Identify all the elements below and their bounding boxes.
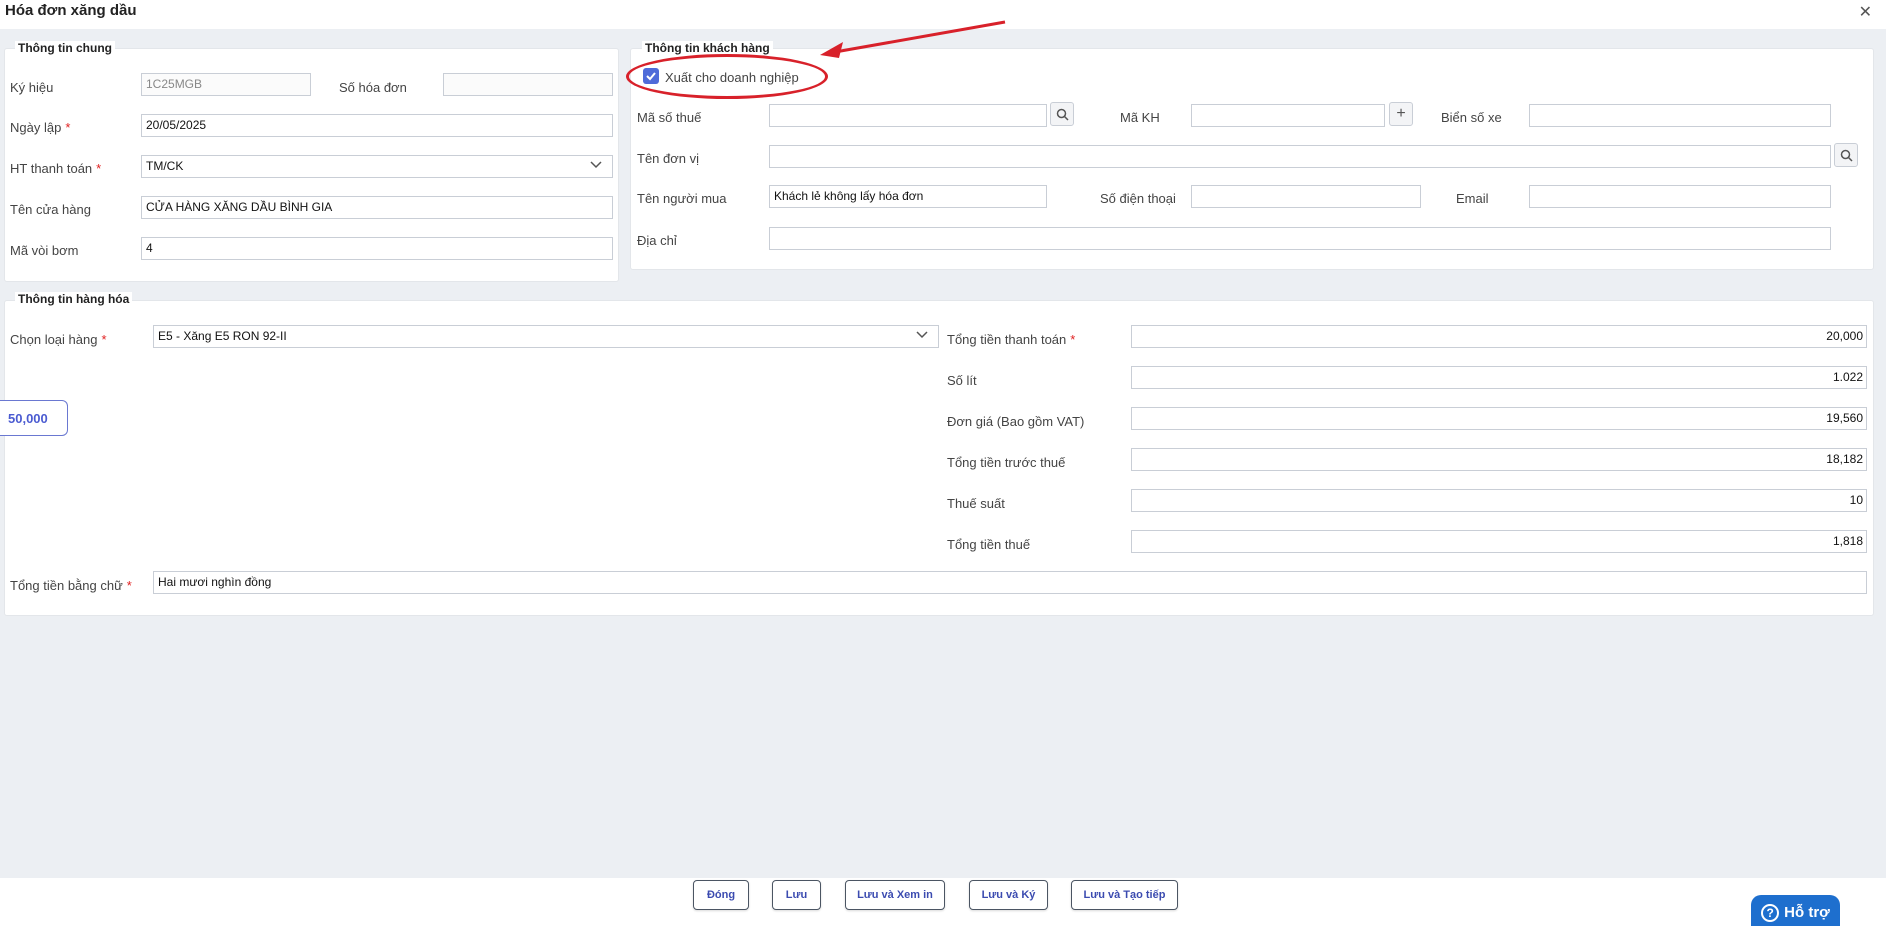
goods-info-legend: Thông tin hàng hóa — [15, 292, 133, 306]
chevron-down-icon[interactable] — [916, 328, 928, 343]
tong-tien-bang-chu-field[interactable]: Hai mươi nghìn đồng — [153, 571, 1867, 594]
tong-tien-thue-field[interactable]: 1,818 — [1131, 530, 1867, 553]
ten-cua-hang-field[interactable]: CỬA HÀNG XĂNG DẦU BÌNH GIA — [141, 196, 613, 219]
don-gia-label: Đơn giá (Bao gồm VAT) — [947, 414, 1085, 429]
bien-so-xe-field[interactable] — [1529, 104, 1831, 127]
chon-loai-hang-label: Chọn loại hàng * — [10, 332, 107, 347]
required-mark: * — [1070, 332, 1076, 347]
ngay-lap-label: Ngày lập * — [10, 120, 70, 135]
tong-tien-thanh-toan-label: Tổng tiền thanh toán * — [947, 332, 1075, 347]
tong-tien-thanh-toan-text: Tổng tiền thanh toán — [947, 332, 1067, 347]
email-label: Email — [1456, 191, 1489, 206]
ky-hieu-field: 1C25MGB — [141, 73, 311, 96]
chevron-down-icon[interactable] — [590, 158, 602, 173]
email-field[interactable] — [1529, 185, 1831, 208]
ten-don-vi-field[interactable] — [769, 145, 1831, 168]
ngay-lap-field[interactable]: 20/05/2025 — [141, 114, 613, 137]
ten-nguoi-mua-field[interactable]: Khách lẻ không lấy hóa đơn — [769, 185, 1047, 208]
ht-thanh-toan-select[interactable]: TM/CK — [141, 155, 613, 178]
save-and-create-next-button[interactable]: Lưu và Tạo tiếp — [1071, 880, 1178, 910]
save-and-sign-button[interactable]: Lưu và Ký — [969, 880, 1048, 910]
so-dien-thoai-label: Số điện thoại — [1100, 191, 1176, 206]
customer-info-legend: Thông tin khách hàng — [642, 41, 773, 55]
so-hoa-don-label: Số hóa đơn — [339, 80, 407, 95]
ma-so-thue-label: Mã số thuế — [637, 110, 702, 125]
annotation-oval — [626, 54, 828, 99]
ht-thanh-toan-value: TM/CK — [146, 159, 184, 173]
window-title: Hóa đơn xăng dầu — [5, 2, 137, 19]
dia-chi-field[interactable] — [769, 227, 1831, 250]
thue-suat-field[interactable]: 10 — [1131, 489, 1867, 512]
tong-tien-bang-chu-label: Tổng tiền bằng chữ * — [10, 578, 132, 593]
required-mark: * — [101, 332, 107, 347]
close-icon[interactable]: ✕ — [1859, 2, 1872, 22]
required-mark: * — [65, 120, 71, 135]
required-mark: * — [96, 161, 102, 176]
tong-tien-thanh-toan-field[interactable]: 20,000 — [1131, 325, 1867, 348]
bien-so-xe-label: Biển số xe — [1441, 110, 1502, 125]
ten-nguoi-mua-label: Tên người mua — [637, 191, 727, 206]
tong-tien-truoc-thue-field[interactable]: 18,182 — [1131, 448, 1867, 471]
ky-hieu-label: Ký hiệu — [10, 80, 54, 95]
help-label: Hỗ trợ — [1784, 904, 1830, 921]
thue-suat-label: Thuế suất — [947, 496, 1005, 511]
help-button[interactable]: ? Hỗ trợ — [1751, 895, 1840, 926]
close-button[interactable]: Đóng — [693, 880, 749, 910]
chon-loai-hang-text: Chọn loại hàng — [10, 332, 98, 347]
ma-voi-bom-label: Mã vòi bơm — [10, 243, 79, 258]
question-icon: ? — [1761, 903, 1780, 922]
ma-voi-bom-field[interactable]: 4 — [141, 237, 613, 260]
save-and-print-button[interactable]: Lưu và Xem in — [845, 880, 945, 910]
required-mark: * — [126, 578, 132, 593]
tong-tien-truoc-thue-label: Tổng tiền trước thuế — [947, 455, 1066, 470]
ht-thanh-toan-text: HT thanh toán — [10, 161, 93, 176]
so-hoa-don-field — [443, 73, 613, 96]
so-dien-thoai-field[interactable] — [1191, 185, 1421, 208]
dia-chi-label: Địa chỉ — [637, 233, 677, 248]
ma-kh-label: Mã KH — [1120, 110, 1160, 125]
don-gia-field[interactable]: 19,560 — [1131, 407, 1867, 430]
chon-loai-hang-value: E5 - Xăng E5 RON 92-II — [158, 329, 287, 343]
save-button[interactable]: Lưu — [772, 880, 821, 910]
search-icon[interactable] — [1834, 143, 1858, 167]
ht-thanh-toan-label: HT thanh toán * — [10, 161, 101, 176]
ten-don-vi-label: Tên đơn vị — [637, 151, 699, 166]
chon-loai-hang-select[interactable]: E5 - Xăng E5 RON 92-II — [153, 325, 939, 348]
ten-cua-hang-label: Tên cửa hàng — [10, 202, 91, 217]
annotation-arrow — [820, 20, 1006, 58]
general-info-legend: Thông tin chung — [15, 41, 115, 55]
add-icon[interactable]: + — [1389, 102, 1413, 126]
ma-kh-field[interactable] — [1191, 104, 1385, 127]
ngay-lap-text: Ngày lập — [10, 120, 62, 135]
so-lit-label: Số lít — [947, 373, 977, 388]
tong-tien-bang-chu-text: Tổng tiền bằng chữ — [10, 578, 123, 593]
so-lit-field[interactable]: 1.022 — [1131, 366, 1867, 389]
search-icon[interactable] — [1050, 102, 1074, 126]
ma-so-thue-field[interactable] — [769, 104, 1047, 127]
quick-amount-button[interactable]: 50,000 — [0, 400, 68, 436]
tong-tien-thue-label: Tổng tiền thuế — [947, 537, 1031, 552]
